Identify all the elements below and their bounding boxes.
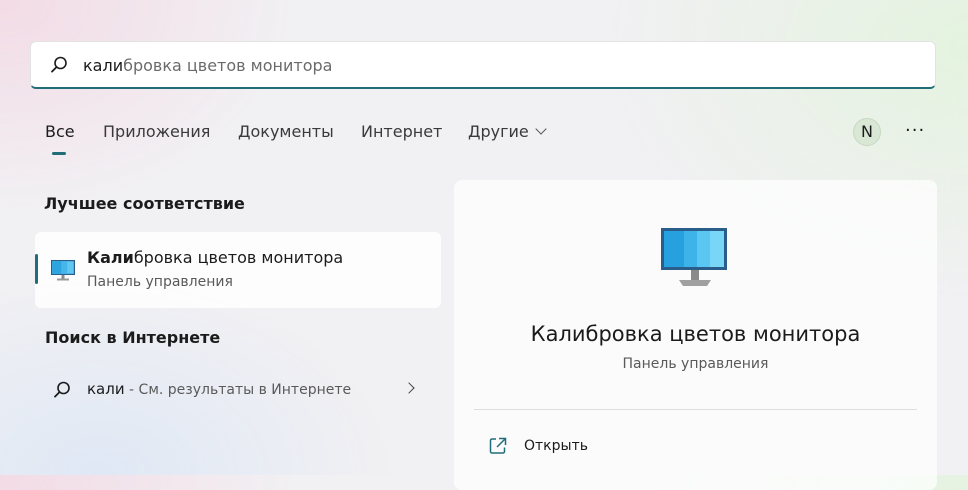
- tab-apps[interactable]: Приложения: [103, 122, 210, 141]
- selection-indicator: [35, 254, 38, 284]
- tab-web[interactable]: Интернет: [361, 122, 442, 141]
- details-subtitle: Панель управления: [622, 356, 769, 372]
- best-match-result[interactable]: Калибровка цветов монитора Панель управл…: [35, 232, 441, 308]
- open-label: Открыть: [524, 438, 588, 454]
- open-external-icon: [489, 437, 507, 454]
- web-search-suffix: - См. результаты в Интернете: [124, 382, 352, 398]
- details-panel: Калибровка цветов монитора Панель управл…: [454, 180, 937, 490]
- search-icon: [54, 381, 70, 398]
- search-autocomplete-text: бровка цветов монитора: [123, 56, 333, 75]
- tab-all[interactable]: Все: [45, 122, 75, 141]
- tab-more[interactable]: Другие: [468, 122, 547, 141]
- chevron-right-icon: [403, 382, 415, 394]
- search-typed-text: кали: [83, 56, 124, 75]
- search-icon: [51, 56, 67, 73]
- chevron-down-icon: [535, 123, 547, 135]
- active-tab-indicator: [52, 152, 66, 155]
- divider: [474, 409, 917, 410]
- monitor-icon: [51, 260, 75, 281]
- best-match-subtitle: Панель управления: [87, 274, 233, 290]
- details-title: Калибровка цветов монитора: [530, 322, 861, 346]
- search-input[interactable]: калибровка цветов монитора: [83, 56, 332, 75]
- best-match-title-bold: Кали: [87, 248, 134, 267]
- avatar[interactable]: N: [853, 118, 881, 146]
- web-search-heading: Поиск в Интернете: [45, 328, 221, 347]
- web-search-result[interactable]: кали - См. результаты в Интернете: [35, 372, 441, 408]
- best-match-title: Калибровка цветов монитора: [87, 248, 343, 267]
- search-box[interactable]: калибровка цветов монитора: [30, 41, 936, 89]
- tab-documents[interactable]: Документы: [238, 122, 334, 141]
- monitor-icon: [661, 228, 727, 286]
- tab-more-label: Другие: [468, 122, 529, 141]
- more-options-button[interactable]: ···: [905, 118, 925, 146]
- web-search-text: кали - См. результаты в Интернете: [87, 380, 351, 398]
- best-match-title-rest: бровка цветов монитора: [133, 248, 344, 267]
- web-search-query: кали: [87, 380, 125, 398]
- best-match-heading: Лучшее соответствие: [44, 194, 245, 213]
